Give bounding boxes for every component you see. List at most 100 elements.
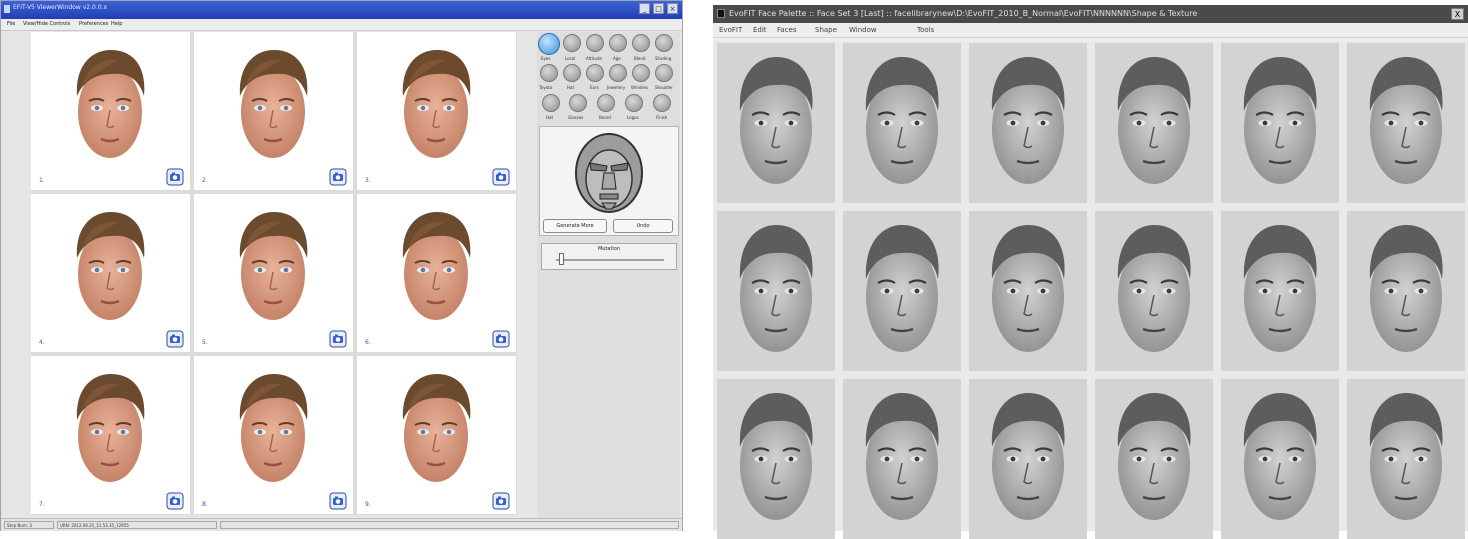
face-image: [730, 387, 822, 527]
face-card[interactable]: 2.: [194, 32, 353, 190]
face-image: [856, 387, 948, 527]
feature-jewellery-button[interactable]: [609, 64, 627, 82]
camera-icon[interactable]: [492, 330, 510, 348]
feature-label: Toyota: [539, 85, 553, 90]
face-card[interactable]: 6.: [357, 194, 516, 352]
face-image: [982, 219, 1074, 359]
camera-icon[interactable]: [166, 168, 184, 186]
close-button[interactable]: ×: [667, 3, 678, 14]
camera-icon[interactable]: [492, 492, 510, 510]
camera-icon[interactable]: [329, 492, 347, 510]
face-card[interactable]: 1.: [31, 32, 190, 190]
palette-face[interactable]: [969, 211, 1087, 371]
palette-face[interactable]: [843, 211, 961, 371]
generate-more-button[interactable]: Generate More: [543, 219, 607, 233]
feature-hat2-button[interactable]: [542, 94, 560, 112]
palette-face[interactable]: [717, 379, 835, 539]
face-image: [395, 44, 477, 164]
face-image: [69, 368, 151, 488]
menu-edit[interactable]: Edit: [753, 26, 767, 34]
feature-label: Age: [613, 56, 621, 61]
menu-preferences[interactable]: Preferences: [79, 21, 108, 27]
face-card[interactable]: 5.: [194, 194, 353, 352]
camera-icon[interactable]: [329, 168, 347, 186]
face-region-diagram[interactable]: [566, 131, 652, 217]
face-card[interactable]: 9.: [357, 356, 516, 514]
feature-label: Jewellery: [607, 85, 626, 90]
camera-icon[interactable]: [329, 330, 347, 348]
menu-view-hide-controls[interactable]: View/Hide Controls: [23, 21, 70, 27]
feature-blend-button[interactable]: [632, 34, 650, 52]
feature-local-button[interactable]: [563, 34, 581, 52]
menu-faces[interactable]: Faces: [777, 26, 796, 34]
feature-toyota-button[interactable]: [540, 64, 558, 82]
menu-help[interactable]: Help: [111, 21, 122, 27]
feature-label: Hat: [546, 115, 554, 120]
menu-file[interactable]: File: [7, 21, 15, 27]
feature-label: Blend: [634, 56, 646, 61]
feature-label: Logos: [627, 115, 639, 120]
face-image: [1360, 51, 1452, 191]
palette-face[interactable]: [969, 43, 1087, 203]
feature-label: Wrinkles: [631, 85, 649, 90]
mutation-slider-thumb[interactable]: [558, 253, 564, 265]
palette-face[interactable]: [1347, 379, 1465, 539]
face-number: 1.: [39, 177, 45, 184]
feature-finish-button[interactable]: [653, 94, 671, 112]
menu-window[interactable]: Window: [849, 26, 877, 34]
palette-face[interactable]: [843, 379, 961, 539]
palette-face[interactable]: [1221, 379, 1339, 539]
feature-age-button[interactable]: [609, 34, 627, 52]
camera-icon[interactable]: [492, 168, 510, 186]
feature-beard-button[interactable]: [597, 94, 615, 112]
face-card[interactable]: 3.: [357, 32, 516, 190]
menu-tools[interactable]: Tools: [917, 26, 934, 34]
face-image: [1360, 219, 1452, 359]
palette-face[interactable]: [1095, 379, 1213, 539]
feature-label: Shading: [655, 56, 672, 61]
mutation-slider-track[interactable]: [556, 259, 664, 261]
window-controls: _ □ ×: [639, 3, 678, 14]
camera-icon[interactable]: [166, 492, 184, 510]
face-number: 3.: [365, 177, 371, 184]
maximize-button[interactable]: □: [653, 3, 664, 14]
feature-glasses-button[interactable]: [569, 94, 587, 112]
title-bar: EFIT-V5 ViewerWindow v2.0.0.x _ □ ×: [1, 1, 682, 19]
palette-face[interactable]: [843, 43, 961, 203]
evofit-window: EvoFIT Face Palette :: Face Set 3 [Last]…: [713, 5, 1468, 539]
palette-face[interactable]: [1095, 43, 1213, 203]
undo-button[interactable]: Undo: [613, 219, 673, 233]
efit-window: EFIT-V5 ViewerWindow v2.0.0.x _ □ × File…: [0, 0, 683, 531]
face-card[interactable]: 4.: [31, 194, 190, 352]
face-image: [730, 51, 822, 191]
feature-shading-button[interactable]: [655, 34, 673, 52]
palette-face[interactable]: [1095, 211, 1213, 371]
feature-label: Eyes: [541, 56, 551, 61]
feature-attitude-button[interactable]: [586, 34, 604, 52]
palette-face[interactable]: [1347, 211, 1465, 371]
menu-evofit[interactable]: EvoFIT: [719, 26, 742, 34]
palette-face[interactable]: [1221, 211, 1339, 371]
menu-bar: File View/Hide Controls Preferences Help: [1, 19, 682, 31]
close-button[interactable]: X: [1451, 8, 1464, 20]
palette-face[interactable]: [717, 43, 835, 203]
feature-label: Finish: [656, 115, 668, 120]
feature-wrinkles-button[interactable]: [632, 64, 650, 82]
menu-shape[interactable]: Shape: [815, 26, 837, 34]
feature-ears-button[interactable]: [586, 64, 604, 82]
menu-bar: EvoFIT Edit Faces Shape Window Tools: [713, 23, 1468, 38]
palette-face[interactable]: [717, 211, 835, 371]
feature-hat-button[interactable]: [563, 64, 581, 82]
window-title: EvoFIT Face Palette :: Face Set 3 [Last]…: [729, 9, 1198, 18]
camera-icon[interactable]: [166, 330, 184, 348]
feature-shoulder-button[interactable]: [655, 64, 673, 82]
palette-face[interactable]: [1347, 43, 1465, 203]
face-card[interactable]: 7.: [31, 356, 190, 514]
minimize-button[interactable]: _: [639, 3, 650, 14]
face-number: 6.: [365, 339, 371, 346]
face-card[interactable]: 8.: [194, 356, 353, 514]
feature-eyes-button[interactable]: [538, 33, 560, 55]
palette-face[interactable]: [969, 379, 1087, 539]
feature-logos-button[interactable]: [625, 94, 643, 112]
palette-face[interactable]: [1221, 43, 1339, 203]
